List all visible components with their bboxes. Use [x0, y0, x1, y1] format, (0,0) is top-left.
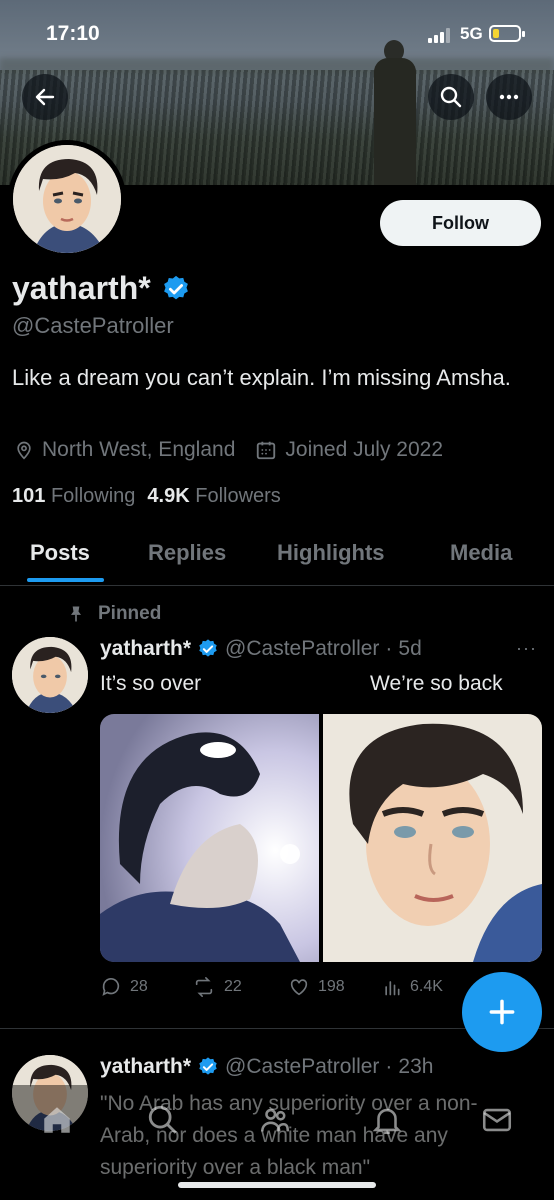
post-author-name[interactable]: yatharth*	[100, 1055, 191, 1079]
repost-button[interactable]: 22	[192, 976, 242, 998]
tab-posts[interactable]: Posts	[30, 540, 90, 566]
profile-joined: Joined July 2022	[285, 438, 444, 461]
battery-icon	[489, 25, 525, 42]
search-icon	[440, 86, 462, 108]
status-bar: 17:10 5G	[0, 0, 554, 60]
notifications-icon[interactable]	[370, 1103, 404, 1137]
post-image-left[interactable]	[100, 714, 319, 962]
heart-icon	[290, 979, 308, 996]
post-header: yatharth* @CastePatroller · 5d	[100, 637, 422, 661]
profile-tabs: Posts Replies Highlights Media	[0, 520, 554, 586]
post-avatar[interactable]	[12, 637, 88, 713]
post-time: 5d	[398, 637, 422, 660]
post-text-left: It’s so over	[100, 672, 202, 695]
pin-icon	[71, 606, 81, 622]
arrow-left-icon	[35, 88, 55, 106]
post-author-name[interactable]: yatharth*	[100, 637, 191, 661]
profile-avatar[interactable]	[8, 140, 126, 258]
verified-badge-icon	[163, 275, 188, 299]
location-icon	[17, 441, 31, 460]
profile-stats: 101 Following 4.9K Followers	[12, 485, 281, 508]
post-author-handle[interactable]: @CastePatroller	[225, 1055, 379, 1079]
tab-media[interactable]: Media	[450, 540, 512, 566]
signal-icon	[428, 27, 454, 43]
communities-icon[interactable]	[258, 1103, 292, 1137]
post-text-right: We’re so back	[370, 672, 503, 695]
tab-highlights[interactable]: Highlights	[277, 540, 385, 566]
tab-replies[interactable]: Replies	[148, 540, 226, 566]
search-button[interactable]	[428, 74, 474, 120]
reply-icon	[102, 977, 120, 996]
plus-icon	[489, 999, 515, 1025]
compose-button[interactable]	[462, 972, 542, 1052]
profile-meta: North West, England Joined July 2022	[14, 438, 455, 462]
messages-icon[interactable]	[480, 1103, 514, 1137]
repost-icon	[195, 977, 213, 997]
followers-link[interactable]: 4.9K Followers	[147, 485, 280, 508]
calendar-icon	[257, 441, 276, 460]
post-time: 23h	[398, 1055, 434, 1078]
pinned-label: Pinned	[66, 603, 161, 625]
post-more-button[interactable]: ···	[516, 638, 537, 659]
profile-handle: @CastePatroller	[12, 313, 174, 338]
follow-button[interactable]: Follow	[380, 200, 541, 246]
verified-badge-icon	[199, 639, 217, 657]
home-icon[interactable]	[40, 1103, 74, 1137]
profile-location: North West, England	[42, 438, 236, 461]
tab-active-indicator	[27, 578, 104, 582]
views-icon	[385, 981, 400, 996]
search-nav-icon[interactable]	[146, 1103, 180, 1137]
more-button[interactable]	[486, 74, 532, 120]
verified-badge-icon	[199, 1057, 217, 1075]
post-author-handle[interactable]: @CastePatroller	[225, 637, 379, 661]
post-image-right[interactable]	[323, 714, 542, 962]
like-button[interactable]: 198	[288, 976, 345, 998]
back-button[interactable]	[22, 74, 68, 120]
profile-name: yatharth*	[12, 270, 191, 307]
network-label: 5G	[460, 24, 483, 43]
banner-figure	[372, 40, 420, 185]
reply-button[interactable]: 28	[100, 976, 148, 998]
views-button[interactable]: 6.4K	[382, 976, 443, 998]
more-icon	[499, 94, 519, 100]
status-time: 17:10	[46, 22, 100, 45]
post-header: yatharth* @CastePatroller · 23h	[100, 1055, 434, 1079]
home-indicator	[178, 1182, 376, 1188]
profile-name-text: yatharth*	[12, 270, 151, 306]
post-media[interactable]	[100, 714, 542, 962]
following-link[interactable]: 101 Following	[12, 485, 135, 508]
profile-bio: Like a dream you can’t explain. I’m miss…	[12, 365, 511, 390]
